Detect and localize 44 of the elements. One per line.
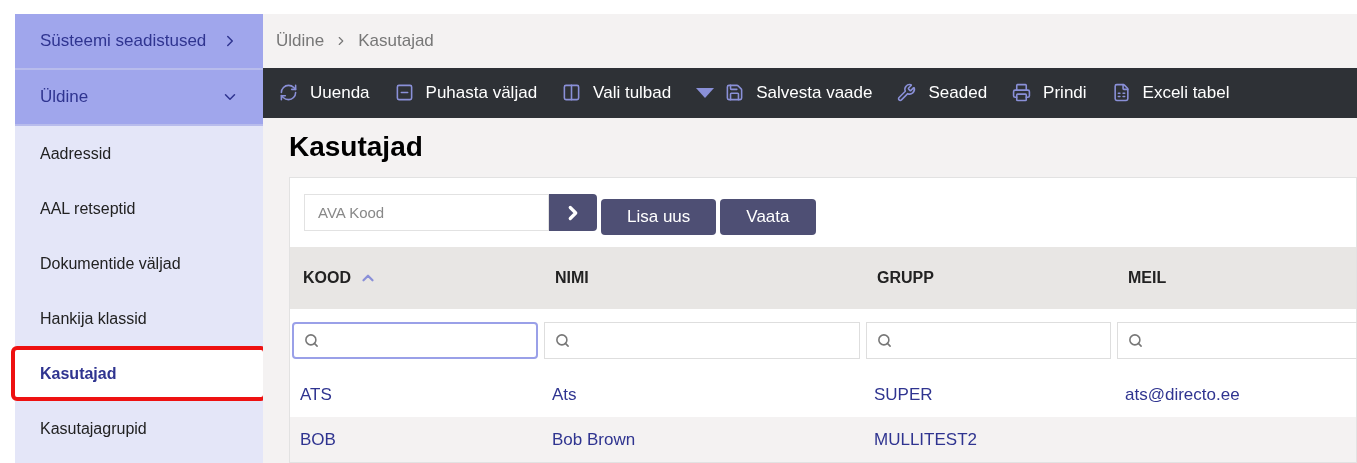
sidebar-section[interactable]: Süsteemi seadistused [15,14,263,70]
sidebar-item[interactable]: Dokumentide väljad [15,236,263,291]
table-cell-link[interactable]: SUPER [874,384,933,404]
sidebar-item[interactable]: AAL retseptid [15,181,263,236]
dropdown-triangle-icon[interactable] [696,87,715,98]
toolbar-button[interactable]: Seaded [897,79,988,106]
sidebar-section[interactable]: Üldine [15,70,263,126]
sidebar-item[interactable]: Aadressid [15,126,263,181]
table-cell-link[interactable]: MULLITEST2 [874,429,977,449]
table-cell-link[interactable]: Ats [552,384,577,404]
search-icon [555,333,570,348]
table-cell-link[interactable]: ats@directo.ee [1125,384,1240,404]
columns-icon [562,83,582,103]
toolbar-button[interactable]: Prindi [1012,79,1087,106]
search-icon [1128,333,1143,348]
toolbar-button[interactable]: Vali tulbad [562,79,672,106]
table-cell-link[interactable]: Bob Brown [552,429,636,449]
toolbar-button[interactable]: Uuenda [279,79,370,106]
toolbar-button[interactable]: Exceli tabel [1111,79,1230,106]
open-field[interactable]: AVA Kood [304,194,549,231]
filter-field[interactable] [292,322,538,359]
column-header[interactable]: KOOD [303,266,377,290]
spreadsheet-file-icon [1111,83,1131,103]
refresh-icon [279,83,298,103]
toolbar-button[interactable]: Puhasta väljad [394,79,538,106]
action-button[interactable]: Vaata [720,198,816,235]
breadcrumb-link[interactable]: Üldine [276,28,325,54]
sidebar-item[interactable]: Hankija klassid [15,291,263,346]
search-icon [304,333,319,348]
minus-square-icon [394,83,414,103]
toolbar-button[interactable]: Salvesta vaade [725,79,873,106]
action-button[interactable]: Lisa uus [601,198,717,235]
table-cell-link[interactable]: ATS [300,384,332,404]
search-icon [877,333,892,348]
column-header[interactable]: MEIL [1128,266,1167,290]
page-title: Kasutajad [288,130,424,165]
column-header[interactable]: GRUPP [877,266,934,290]
table-cell-link[interactable]: BOB [300,429,336,449]
column-header[interactable]: NIMI [555,266,589,290]
breadcrumb-current: Kasutajad [358,30,434,53]
wrench-icon [897,83,917,103]
sidebar-item[interactable]: Kasutajagrupid [15,401,263,456]
go-button[interactable] [549,194,597,231]
printer-icon [1012,83,1032,103]
